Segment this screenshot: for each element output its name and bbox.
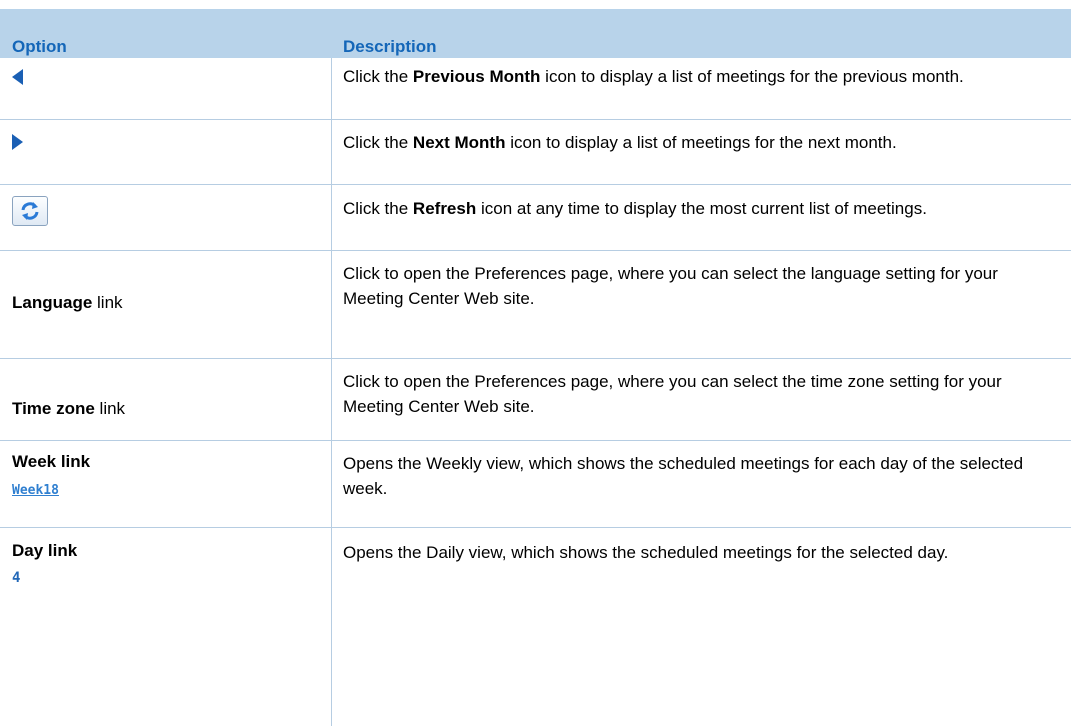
desc-bold-text: Next Month: [412, 133, 506, 152]
next-month-icon[interactable]: [12, 134, 23, 150]
table-row: Click the Refresh icon at any time to di…: [0, 184, 1071, 251]
previous-month-icon[interactable]: [12, 69, 23, 85]
desc-text: Click the: [343, 199, 413, 218]
table-row: Click the Next Month icon to display a l…: [0, 119, 1071, 185]
desc-text: Click the: [343, 67, 413, 86]
table-row: Day link 4 Opens the Daily view, which s…: [0, 527, 1071, 611]
row-description: Click the Previous Month icon to display…: [343, 64, 1043, 89]
option-bold-text: Time zone: [12, 399, 95, 418]
day-link-option: Day link 4: [12, 541, 77, 587]
row-description: Click to open the Preferences page, wher…: [343, 372, 1002, 416]
time-zone-link-option: Time zone link: [12, 399, 125, 419]
header-description: Description: [343, 37, 437, 56]
table-header: Option Description: [0, 9, 1071, 58]
week-sample-link[interactable]: Week18: [12, 483, 59, 498]
option-bold-text: Language: [12, 293, 93, 312]
table-row: Language link Click to open the Preferen…: [0, 250, 1071, 359]
refresh-button[interactable]: [12, 196, 48, 226]
day-sample-link[interactable]: 4: [12, 570, 20, 586]
week-link-option: Week link Week18: [12, 452, 90, 499]
desc-bold-text: Refresh: [412, 199, 477, 218]
options-table: Option Description: [0, 9, 1071, 58]
desc-text: Click the: [343, 133, 413, 152]
row-description: Click to open the Preferences page, wher…: [343, 264, 998, 308]
row-description: Opens the Daily view, which shows the sc…: [343, 543, 949, 562]
desc-text: icon at any time to display the most cur…: [476, 199, 927, 218]
row-description: Click the Refresh icon at any time to di…: [343, 196, 1043, 221]
option-text: link: [94, 399, 126, 418]
row-description: Click the Next Month icon to display a l…: [343, 130, 1043, 155]
table-row: Week link Week18 Opens the Weekly view, …: [0, 440, 1071, 528]
language-link-option: Language link: [12, 293, 123, 313]
option-text: link: [92, 293, 123, 312]
option-bold-text: Day link: [12, 541, 78, 560]
row-description: Opens the Weekly view, which shows the s…: [343, 454, 1024, 498]
desc-text: icon to display a list of meetings for t…: [540, 67, 964, 86]
header-option: Option: [12, 37, 67, 56]
table-row: Time zone link Click to open the Prefere…: [0, 358, 1071, 441]
option-bold-text: Week link: [12, 452, 91, 471]
refresh-icon[interactable]: [12, 196, 48, 226]
table-row: Click the Previous Month icon to display…: [0, 58, 1071, 120]
desc-bold-text: Previous Month: [412, 67, 541, 86]
desc-text: icon to display a list of meetings for t…: [505, 133, 897, 152]
